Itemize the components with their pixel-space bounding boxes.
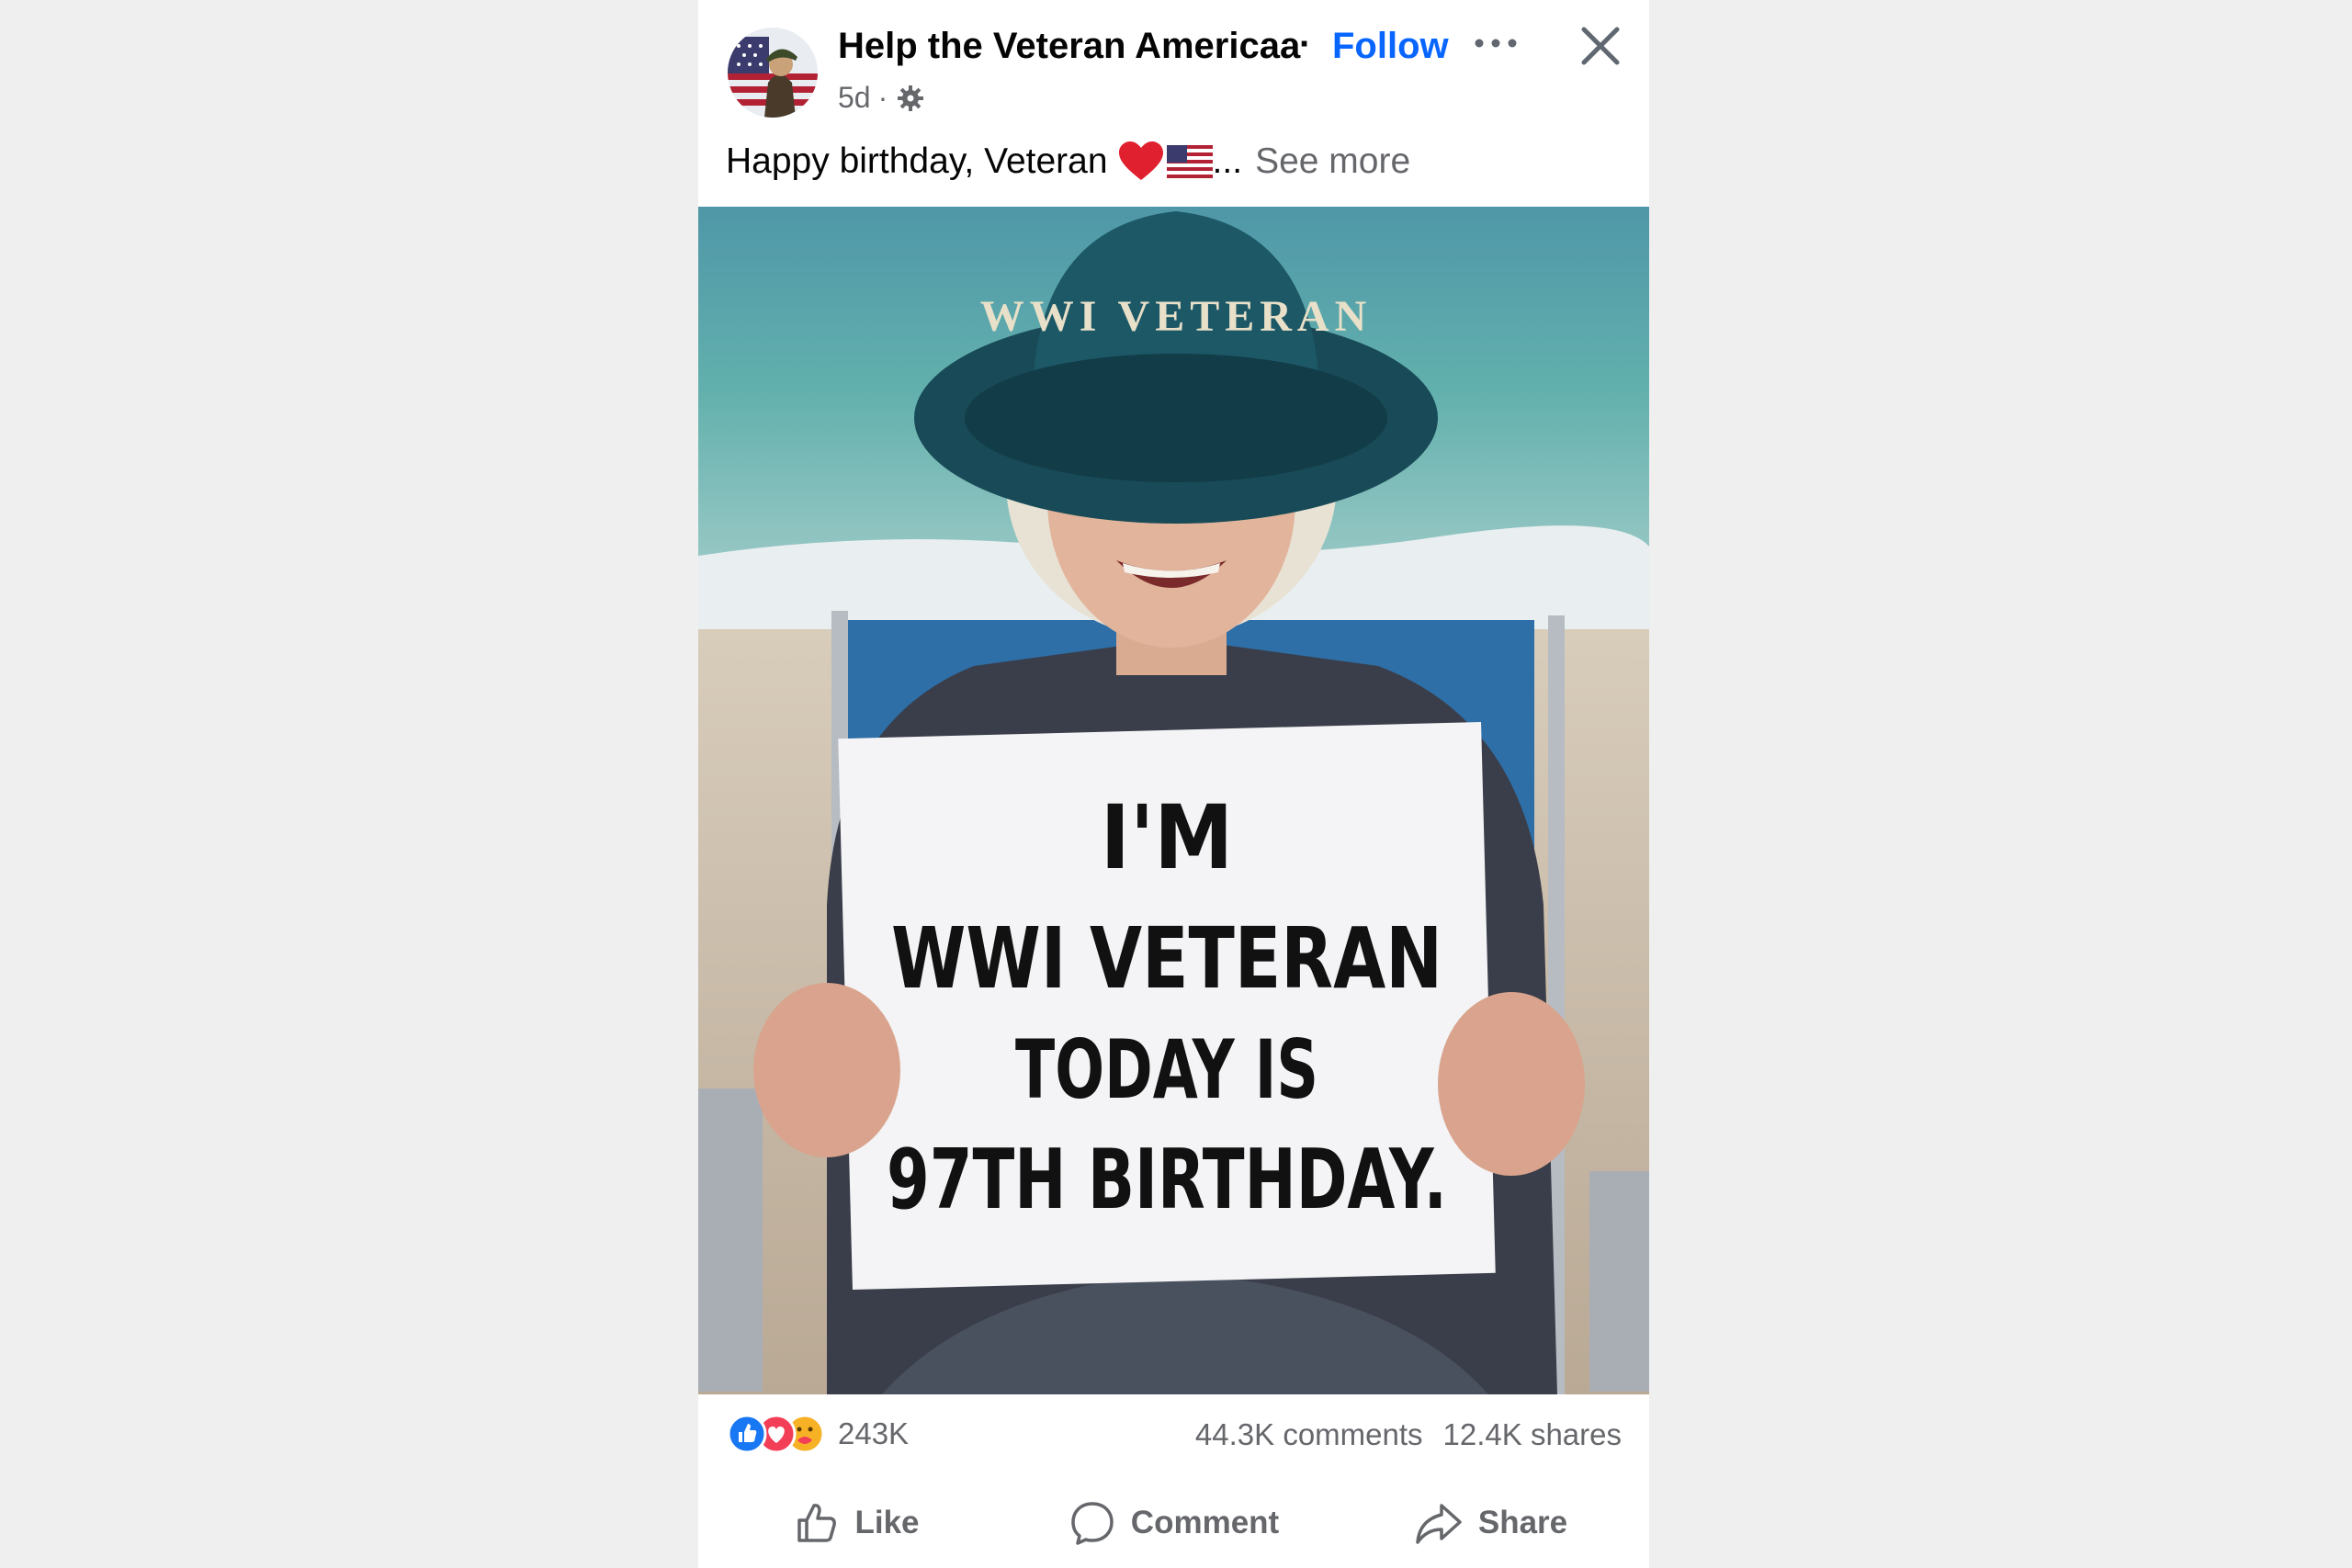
shares-count[interactable]: 12.4K shares [1443, 1417, 1622, 1452]
post-caption: Happy birthday, Veteran ... See more [726, 140, 1410, 184]
sign-line-3: TODAY IS [1015, 1022, 1318, 1117]
more-dots-icon [1475, 39, 1517, 48]
hat-text: WWI VETERAN [980, 292, 1373, 341]
avatar-flag-soldier-image [728, 28, 818, 118]
comments-count[interactable]: 44.3K comments [1195, 1417, 1423, 1452]
facebook-post: Help the Veteran Americaa · Follow 5d · [698, 0, 1649, 1568]
share-arrow-icon [1416, 1503, 1462, 1544]
comment-button[interactable]: Comment [1015, 1479, 1332, 1566]
share-label: Share [1477, 1504, 1568, 1540]
left-hand [753, 983, 900, 1157]
post-photo[interactable]: WWI VETERAN I'M WWI VETERAN TODAY IS 97T… [698, 207, 1649, 1394]
reaction-count: 243K [838, 1416, 910, 1450]
more-options-button[interactable] [1468, 20, 1523, 66]
engagement-counts: 44.3K comments 12.4K shares [1195, 1417, 1622, 1452]
header-separator: · [1299, 24, 1312, 64]
comment-bubble-icon [1071, 1501, 1114, 1545]
caption-text: Happy birthday, Veteran [726, 141, 1108, 181]
like-button[interactable]: Like [698, 1479, 1015, 1566]
like-label: Like [854, 1504, 920, 1540]
birthday-sign: I'M WWI VETERAN TODAY IS 97TH BIRTHDAY. [838, 721, 1496, 1291]
page-avatar[interactable] [728, 28, 818, 118]
share-button[interactable]: Share [1332, 1479, 1649, 1566]
thumbs-up-icon [797, 1503, 837, 1542]
close-button[interactable] [1573, 18, 1628, 73]
follow-button[interactable]: Follow [1332, 26, 1449, 67]
right-hand [1438, 992, 1585, 1176]
comment-label: Comment [1130, 1504, 1280, 1540]
red-heart-icon [1118, 141, 1163, 180]
reactions-summary[interactable]: 243K [726, 1413, 909, 1455]
action-bar: Like Comment Share [698, 1479, 1649, 1566]
post-meta: 5d · [838, 81, 926, 115]
post-timestamp[interactable]: 5d [838, 81, 871, 115]
see-more-link[interactable]: See more [1255, 141, 1410, 182]
reaction-icons [727, 1414, 825, 1454]
close-icon [1581, 27, 1620, 65]
meta-separator: · [877, 81, 888, 114]
page-name[interactable]: Help the Veteran Americaa [838, 26, 1300, 67]
sign-line-4: 97TH BIRTHDAY. [887, 1132, 1447, 1228]
sign-line-2: WWI VETERAN [891, 909, 1442, 1008]
sign-line-1: I'M [1101, 786, 1234, 889]
gear-icon[interactable] [895, 83, 926, 114]
caption-ellipsis: ... [1212, 141, 1243, 181]
us-flag-icon [1166, 145, 1213, 178]
like-icon [727, 1414, 767, 1454]
